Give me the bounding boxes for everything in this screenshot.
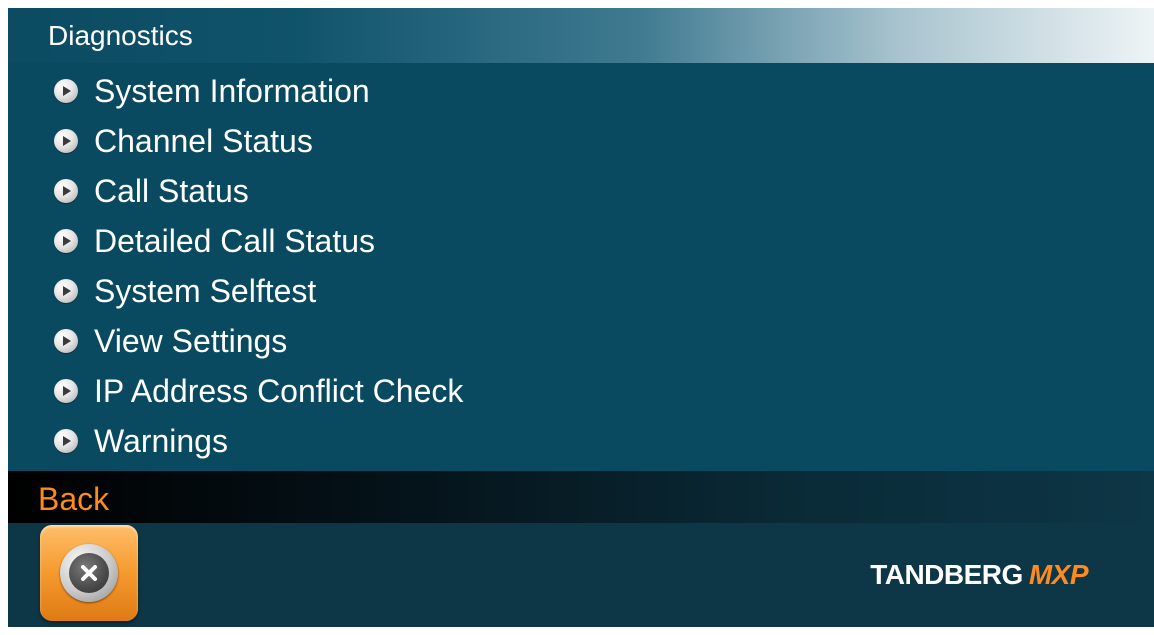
brand-name: TANDBERG: [870, 559, 1023, 590]
play-arrow-icon: [54, 179, 78, 203]
menu-item-label: Warnings: [94, 422, 228, 459]
play-arrow-icon: [54, 329, 78, 353]
play-arrow-icon: [54, 279, 78, 303]
menu-item-detailed-call-status[interactable]: Detailed Call Status: [8, 216, 1154, 266]
close-button[interactable]: [40, 525, 138, 621]
header-bar: Diagnostics: [8, 8, 1154, 63]
page-title: Diagnostics: [48, 20, 193, 51]
back-label: Back: [38, 481, 110, 517]
diagnostics-screen: Diagnostics System Information Channel S…: [8, 8, 1154, 627]
menu-item-system-information[interactable]: System Information: [8, 66, 1154, 116]
footer-bar: TANDBERG MXP: [8, 523, 1154, 627]
menu-item-view-settings[interactable]: View Settings: [8, 316, 1154, 366]
menu-item-call-status[interactable]: Call Status: [8, 166, 1154, 216]
menu-item-label: View Settings: [94, 322, 288, 359]
menu-item-label: Channel Status: [94, 122, 313, 159]
play-arrow-icon: [54, 429, 78, 453]
menu-item-label: Call Status: [94, 172, 249, 209]
brand-suffix: MXP: [1028, 559, 1089, 590]
back-bar[interactable]: Back: [8, 471, 1154, 523]
menu-item-label: System Information: [94, 72, 370, 109]
play-arrow-icon: [54, 379, 78, 403]
menu-item-label: Detailed Call Status: [94, 222, 376, 259]
close-x-icon: [60, 544, 118, 602]
play-arrow-icon: [54, 129, 78, 153]
menu-item-ip-address-conflict-check[interactable]: IP Address Conflict Check: [8, 366, 1154, 416]
play-arrow-icon: [54, 229, 78, 253]
menu-item-channel-status[interactable]: Channel Status: [8, 116, 1154, 166]
play-arrow-icon: [54, 79, 78, 103]
menu-item-system-selftest[interactable]: System Selftest: [8, 266, 1154, 316]
menu-item-label: System Selftest: [94, 272, 317, 309]
diagnostics-menu: System Information Channel Status Call S…: [8, 66, 1154, 466]
brand-logo: TANDBERG MXP: [870, 559, 1088, 591]
menu-item-warnings[interactable]: Warnings: [8, 416, 1154, 466]
menu-item-label: IP Address Conflict Check: [94, 372, 464, 409]
